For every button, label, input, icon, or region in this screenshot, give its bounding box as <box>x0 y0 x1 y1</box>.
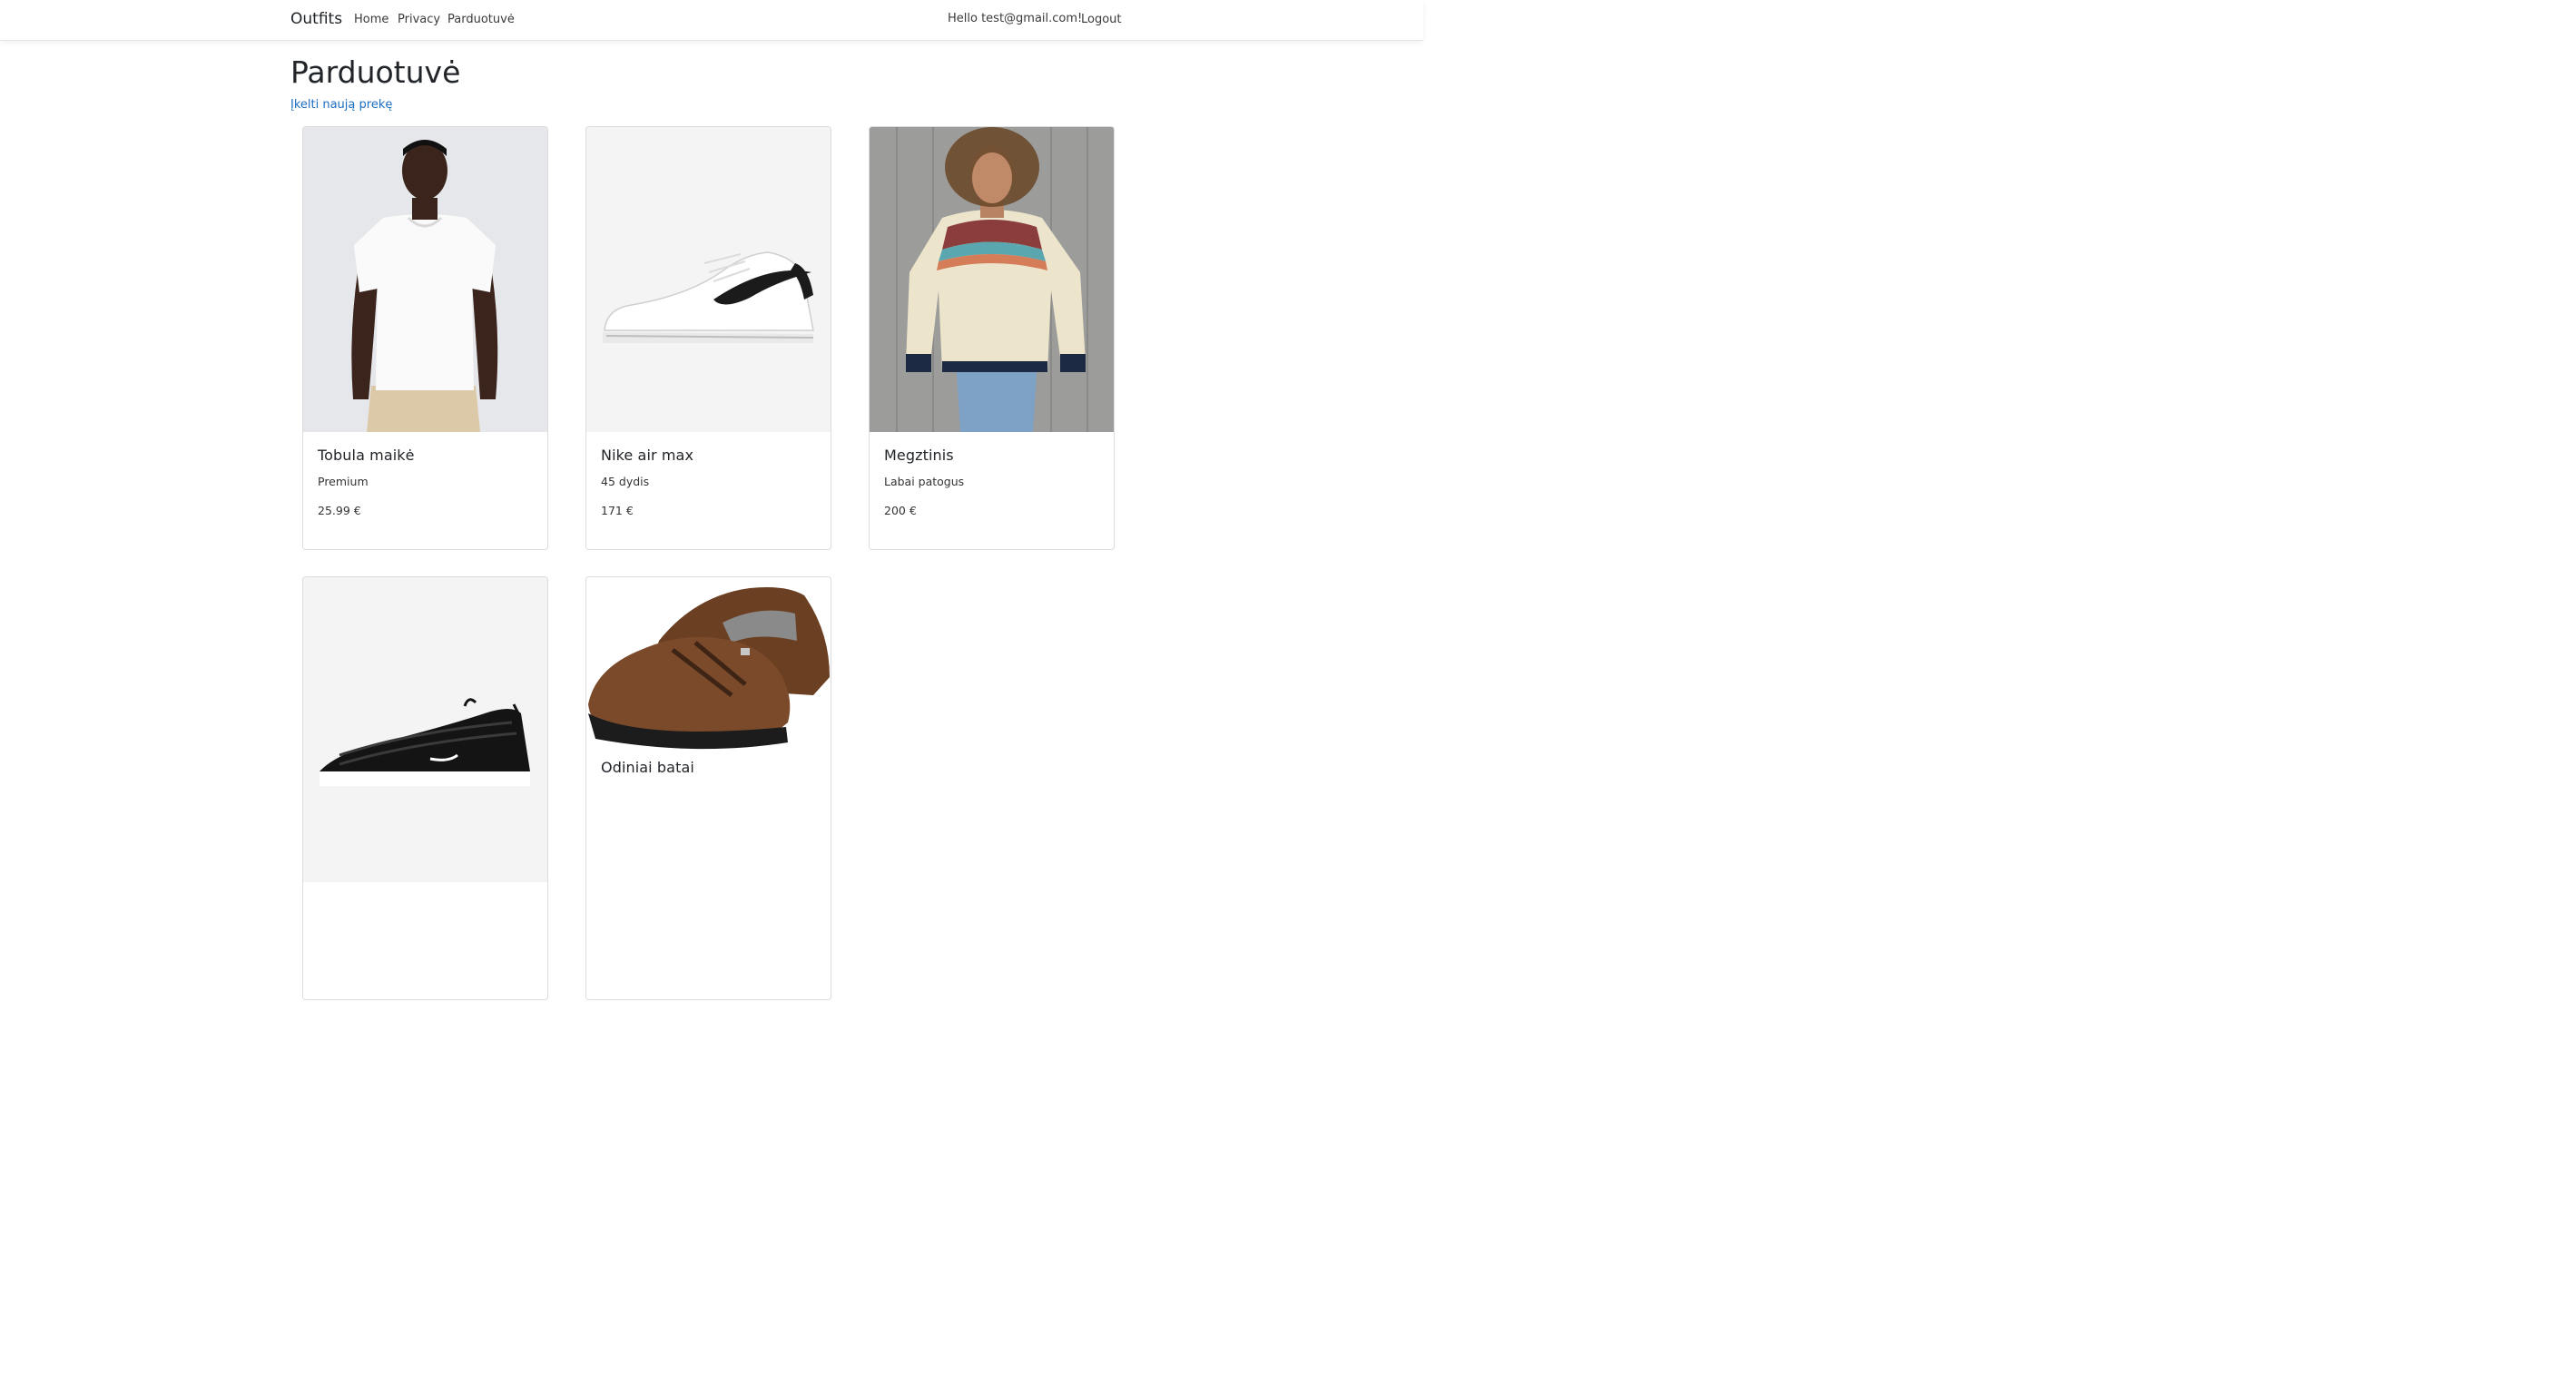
product-name: Tobula maikė <box>318 447 415 464</box>
product-image-airmax <box>303 577 547 882</box>
product-card-airmax[interactable] <box>302 576 548 1000</box>
product-image-sneaker <box>586 127 831 432</box>
product-name: Megztinis <box>884 447 954 464</box>
product-description: Labai patogus <box>884 475 965 488</box>
product-price: 25.99 € <box>318 504 361 517</box>
product-name: Nike air max <box>601 447 694 464</box>
product-description: Premium <box>318 475 369 488</box>
product-card-body: Nike air max 45 dydis 171 € <box>601 447 693 517</box>
product-price: 171 € <box>601 504 634 517</box>
brand-link[interactable]: Outfits <box>290 10 342 28</box>
product-image-sweater <box>870 127 1114 432</box>
product-image-tshirt <box>303 127 547 432</box>
product-card-leather-shoes[interactable]: Odiniai batai <box>585 576 831 1000</box>
page-title: Parduotuvė <box>290 54 461 90</box>
product-card-body: Odiniai batai <box>601 759 694 776</box>
product-name: Odiniai batai <box>601 759 694 776</box>
product-price: 200 € <box>884 504 917 517</box>
product-card-body: Megztinis Labai patogus 200 € <box>884 447 964 517</box>
nav-home-link[interactable]: Home <box>354 13 388 26</box>
product-image-leather-shoes <box>586 577 831 754</box>
product-card-sneaker[interactable]: Nike air max 45 dydis 171 € <box>585 126 831 550</box>
product-card-body: Tobula maikė Premium 25.99 € <box>318 447 415 517</box>
product-card-sweater[interactable]: Megztinis Labai patogus 200 € <box>869 126 1115 550</box>
nav-privacy-link[interactable]: Privacy <box>398 13 440 26</box>
product-description: 45 dydis <box>601 475 650 488</box>
user-greeting-link[interactable]: Hello test@gmail.com! <box>948 12 1082 25</box>
create-product-link[interactable]: Įkelti naują prekę <box>290 98 392 112</box>
product-card-tshirt[interactable]: Tobula maikė Premium 25.99 € <box>302 126 548 550</box>
logout-button[interactable]: Logout <box>1081 13 1122 26</box>
nav-shop-link[interactable]: Parduotuvė <box>447 13 515 26</box>
top-navbar: Outfits Home Privacy Parduotuvė Hello te… <box>0 0 1423 41</box>
